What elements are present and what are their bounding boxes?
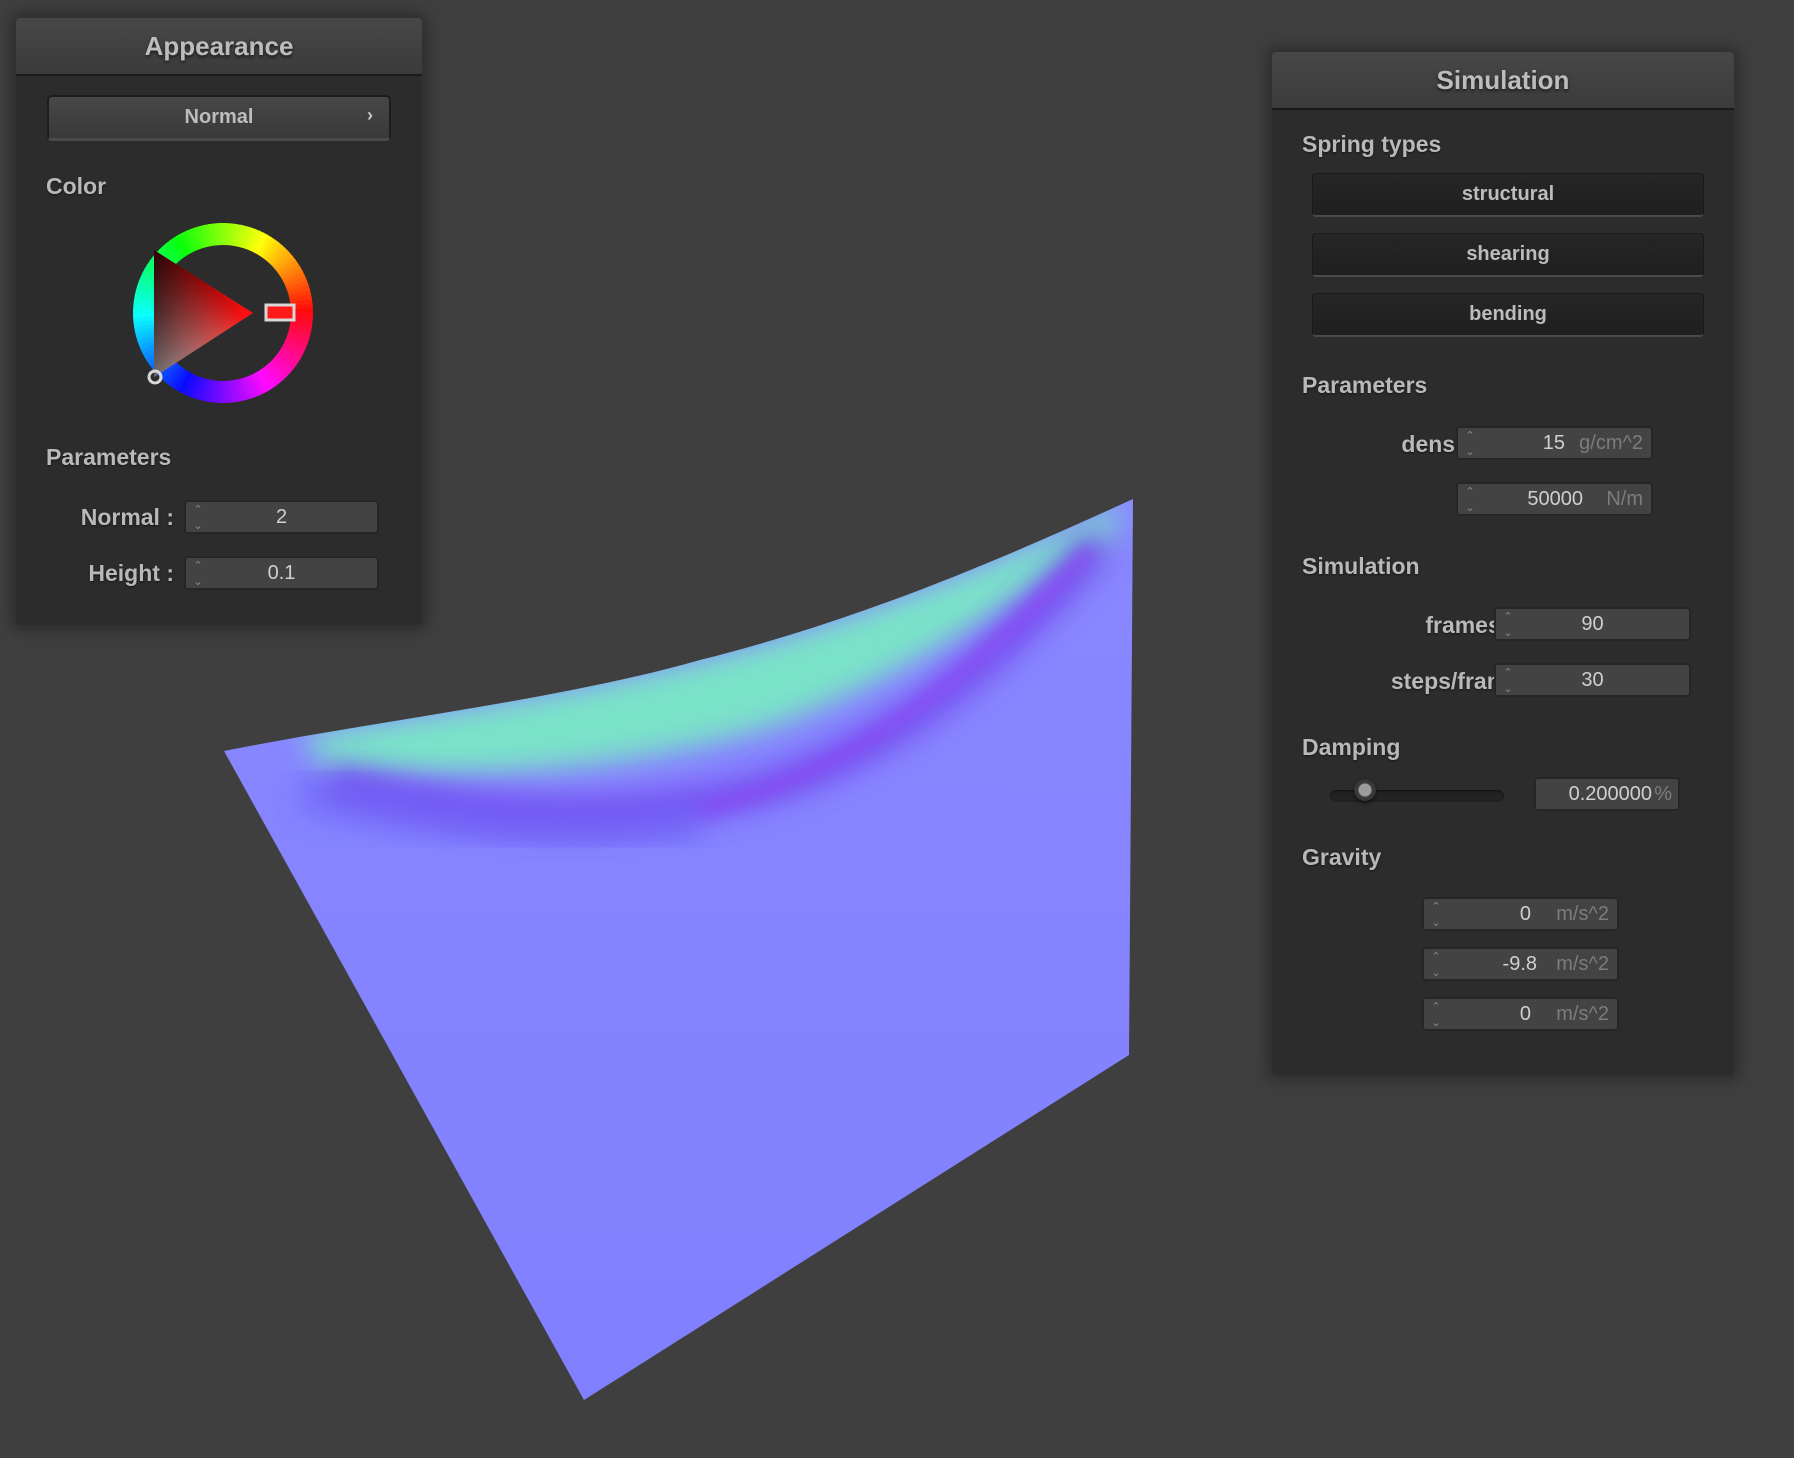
damping-slider[interactable] [1330,779,1504,802]
normal-label: Normal : [80,504,174,530]
color-wheel-picker[interactable] [113,203,333,423]
saturation-value-triangle[interactable] [154,250,253,377]
hue-selector-handle[interactable] [264,303,296,322]
sim-parameters-title: Parameters [1302,372,1428,398]
simulation-panel-header[interactable]: Simulation [1272,52,1734,110]
spinner[interactable]: ⌃ ⌄ [1464,430,1476,458]
damping-slider-knob[interactable] [1353,779,1376,801]
ks-input[interactable]: ⌃ ⌄ 50000 N/m [1456,482,1653,516]
gravity-y-unit: m/s^2 [1556,953,1609,975]
height-input[interactable]: ⌃ ⌄ 0.1 [184,556,379,590]
render-mode-dropdown[interactable]: Normal › [47,95,391,141]
bending-spring-button[interactable]: bending [1312,293,1704,337]
chevron-down-icon[interactable]: ⌄ [1465,502,1474,514]
ks-unit: N/m [1606,488,1643,510]
gravity-z-value: 0 [1519,1003,1531,1025]
shearing-spring-button[interactable]: shearing [1312,233,1704,277]
chevron-down-icon[interactable]: ⌄ [1431,1017,1440,1029]
spinner[interactable]: ⌃ ⌄ [1430,901,1442,929]
gravity-x-input[interactable]: ⌃ ⌄ 0 m/s^2 [1422,897,1619,931]
damping-value: 0.200000 [1568,783,1652,805]
frames-per-second-value: 90 [1581,613,1604,635]
gravity-y-input[interactable]: ⌃ ⌄ -9.8 m/s^2 [1422,947,1619,981]
spring-types-title: Spring types [1302,131,1442,157]
render-mode-value: Normal [184,106,254,128]
gravity-z-input[interactable]: ⌃ ⌄ 0 m/s^2 [1422,997,1619,1031]
chevron-up-icon[interactable]: ⌃ [1431,1001,1440,1013]
damping-input[interactable]: 0.200000 % [1534,777,1680,811]
ks-value: 50000 [1527,488,1583,510]
height-value: 0.1 [267,562,296,584]
gravity-y-value: -9.8 [1502,953,1537,975]
chevron-up-icon[interactable]: ⌃ [1465,430,1474,442]
gravity-z-unit: m/s^2 [1556,1003,1609,1025]
density-unit: g/cm^2 [1579,432,1643,454]
spinner[interactable]: ⌃ ⌄ [1464,486,1476,514]
height-label: Height : [88,560,174,586]
spinner[interactable]: ⌃ ⌄ [1430,951,1442,979]
gravity-title: Gravity [1302,844,1382,870]
appearance-panel: Appearance Normal › Color Parameters Nor… [16,18,422,625]
damping-title: Damping [1302,734,1401,760]
steps-per-frame-input[interactable]: ⌃ ⌄ 30 [1494,663,1691,697]
steps-per-frame-value: 30 [1581,669,1604,691]
density-input[interactable]: ⌃ ⌄ 15 g/cm^2 [1456,426,1653,460]
structural-spring-button[interactable]: structural [1312,173,1704,217]
appearance-parameters-title: Parameters [46,444,172,470]
spinner[interactable]: ⌃ ⌄ [1430,1001,1442,1029]
chevron-down-icon[interactable]: ⌄ [1465,446,1474,458]
appearance-panel-title: Appearance [144,30,294,61]
chevron-down-icon[interactable]: ⌄ [1431,967,1440,979]
density-value: 15 [1542,432,1565,454]
chevron-up-icon[interactable]: ⌃ [1431,951,1440,963]
chevron-down-icon[interactable]: ⌄ [1431,917,1440,929]
simulation-panel-title: Simulation [1436,64,1570,95]
gravity-x-unit: m/s^2 [1556,903,1609,925]
gravity-x-value: 0 [1519,903,1531,925]
normal-input[interactable]: ⌃ ⌄ 2 [184,500,379,534]
chevron-up-icon[interactable]: ⌃ [1465,486,1474,498]
frames-per-second-input[interactable]: ⌃ ⌄ 90 [1494,607,1691,641]
chevron-up-icon[interactable]: ⌃ [1431,901,1440,913]
color-section-title: Color [46,173,107,199]
chevron-right-icon: › [367,105,373,125]
appearance-panel-header[interactable]: Appearance [16,18,422,76]
simulation-section-title: Simulation [1302,553,1420,579]
normal-value: 2 [275,506,288,528]
damping-unit: % [1654,783,1672,805]
simulation-panel: Simulation Spring types structural shear… [1272,52,1734,1075]
